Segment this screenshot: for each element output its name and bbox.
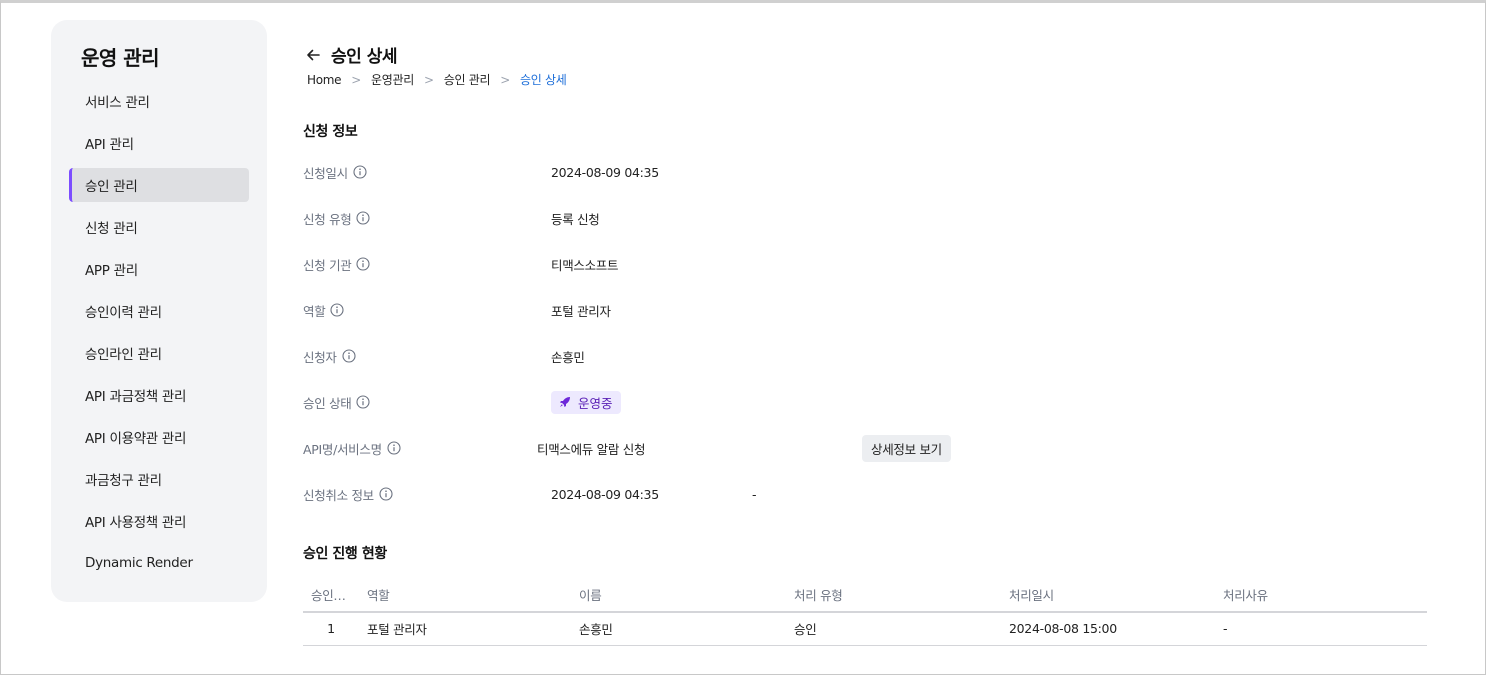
title-row: 승인 상세 <box>303 42 397 67</box>
cell-process-date: 2024-08-08 15:00 <box>1009 612 1223 646</box>
info-row-applicant: 신청자 손흥민 <box>303 344 1427 368</box>
request-info-title: 신청 정보 <box>303 124 358 140</box>
info-row-role: 역할 포털 관리자 <box>303 298 1427 322</box>
info-icon[interactable] <box>356 257 371 271</box>
column-header-process-type[interactable]: 처리 유형 <box>794 578 1009 613</box>
sidebar-item-dynamic-render[interactable]: Dynamic Render <box>69 546 249 580</box>
info-value: 2024-08-09 04:35 <box>551 486 659 502</box>
table-header-row: 승인… 역할 이름 처리 유형 처리일시 처리사유 <box>303 578 1427 613</box>
sidebar-item-request[interactable]: 신청 관리 <box>69 210 249 244</box>
table-row[interactable]: 1 포털 관리자 손흥민 승인 2024-08-08 15:00 - <box>303 612 1427 646</box>
sidebar-item-usage-policy[interactable]: API 사용정책 관리 <box>69 504 249 538</box>
chevron-right-icon: > <box>351 72 362 87</box>
info-label: 역할 <box>303 303 326 319</box>
info-row-api-service: API명/서비스명 티맥스에듀 알람 신청 상세정보 보기 <box>303 434 1427 462</box>
sidebar-item-approval-history[interactable]: 승인이력 관리 <box>69 294 249 328</box>
info-icon[interactable] <box>379 487 393 501</box>
info-row-organization: 신청 기관 티맥스소프트 <box>303 252 1427 276</box>
chevron-right-icon: > <box>500 72 510 87</box>
info-icon[interactable] <box>342 349 356 363</box>
sidebar-item-app[interactable]: APP 관리 <box>69 252 249 286</box>
info-value: 티맥스에듀 알람 신청 <box>537 441 646 457</box>
column-header-role[interactable]: 역할 <box>367 578 579 613</box>
cell-process-reason: - <box>1223 612 1427 646</box>
info-label: 신청자 <box>303 349 337 365</box>
sidebar-item-terms[interactable]: API 이용약관 관리 <box>69 420 249 454</box>
sidebar-item-service[interactable]: 서비스 관리 <box>69 84 249 118</box>
column-header-process-reason[interactable]: 처리사유 <box>1223 578 1427 613</box>
sidebar-item-approval-line[interactable]: 승인라인 관리 <box>69 336 249 370</box>
breadcrumb: Home > 운영관리 > 승인 관리 > 승인 상세 <box>307 71 567 88</box>
page-title: 승인 상세 <box>331 47 397 67</box>
chevron-right-icon: > <box>423 72 434 87</box>
approval-progress-table: 승인… 역할 이름 처리 유형 처리일시 처리사유 1 포털 관리자 손흥민 승… <box>303 578 1427 646</box>
status-text: 운영중 <box>578 395 613 411</box>
info-row-request-type: 신청 유형 등록 신청 <box>303 206 1427 230</box>
info-icon[interactable] <box>356 395 371 409</box>
breadcrumb-operations[interactable]: 운영관리 <box>371 71 414 88</box>
cell-order: 1 <box>303 612 367 646</box>
info-row-request-date: 신청일시 2024-08-09 04:35 <box>303 160 1427 184</box>
info-label: 승인 상태 <box>303 395 352 411</box>
sidebar-item-billing-policy[interactable]: API 과금정책 관리 <box>69 378 249 412</box>
info-value: 등록 신청 <box>551 211 600 227</box>
info-icon[interactable] <box>356 211 371 225</box>
info-label: 신청 기관 <box>303 257 352 273</box>
info-label: 신청일시 <box>303 165 348 181</box>
info-icon[interactable] <box>387 441 401 455</box>
breadcrumb-home[interactable]: Home <box>307 73 342 87</box>
info-value: 2024-08-09 04:35 <box>551 164 659 180</box>
info-label: 신청 유형 <box>303 211 352 227</box>
info-label: 신청취소 정보 <box>303 487 374 503</box>
info-icon[interactable] <box>353 165 367 179</box>
cancel-reason: - <box>752 486 757 502</box>
info-label: API명/서비스명 <box>303 441 382 457</box>
column-header-order[interactable]: 승인… <box>303 578 367 613</box>
sidebar-nav: 서비스 관리 API 관리 승인 관리 신청 관리 APP 관리 승인이력 관리… <box>69 84 249 588</box>
arrow-left-icon[interactable] <box>303 45 323 65</box>
breadcrumb-current: 승인 상세 <box>520 73 567 87</box>
rocket-icon <box>560 397 570 407</box>
info-row-approval-status: 승인 상태 운영중 <box>303 390 1427 414</box>
sidebar-item-approval[interactable]: 승인 관리 <box>69 168 249 202</box>
status-badge: 운영중 <box>551 390 621 414</box>
info-value: 포털 관리자 <box>551 303 611 319</box>
progress-title: 승인 진행 현황 <box>303 546 387 562</box>
cell-name: 손흥민 <box>579 612 794 646</box>
info-value: 티맥스소프트 <box>551 257 619 273</box>
breadcrumb-approval[interactable]: 승인 관리 <box>444 71 491 88</box>
cell-role: 포털 관리자 <box>367 612 579 646</box>
info-icon[interactable] <box>330 303 344 317</box>
sidebar-item-billing[interactable]: 과금청구 관리 <box>69 462 249 496</box>
cell-process-type: 승인 <box>794 612 1009 646</box>
view-details-button[interactable]: 상세정보 보기 <box>862 434 951 462</box>
sidebar-item-api[interactable]: API 관리 <box>69 126 249 160</box>
sidebar-title: 운영 관리 <box>81 46 160 70</box>
info-row-cancel-info: 신청취소 정보 2024-08-09 04:35 - <box>303 482 1427 506</box>
info-value: 손흥민 <box>551 349 585 365</box>
sidebar: 운영 관리 서비스 관리 API 관리 승인 관리 신청 관리 APP 관리 승… <box>51 20 267 602</box>
column-header-name[interactable]: 이름 <box>579 578 794 613</box>
column-header-process-date[interactable]: 처리일시 <box>1009 578 1223 613</box>
